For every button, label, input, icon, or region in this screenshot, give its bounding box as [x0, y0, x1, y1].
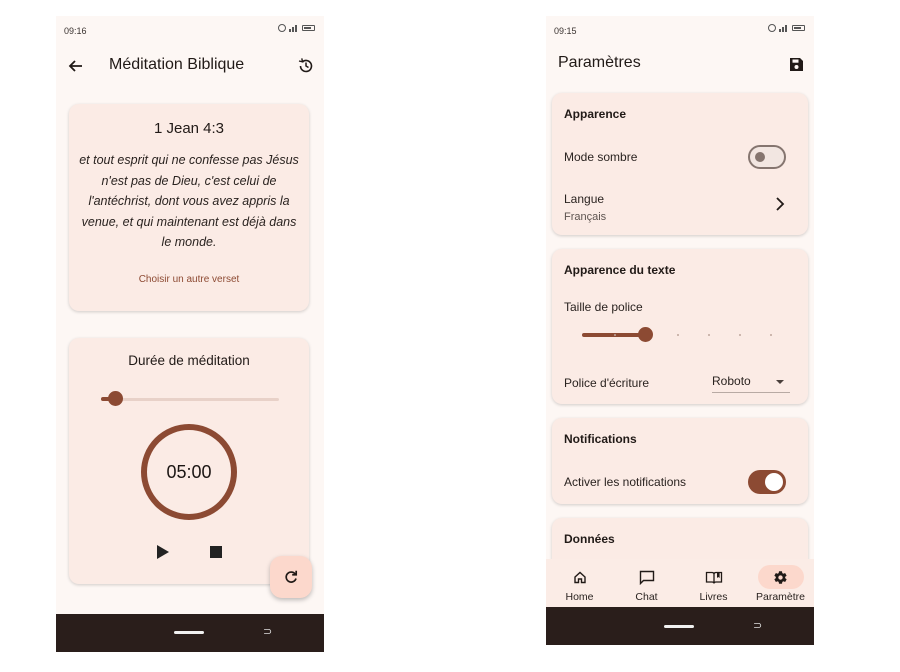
timer-ring: 05:00	[141, 424, 237, 520]
nav-label-settings: Paramètre	[755, 591, 806, 603]
verse-reference: 1 Jean 4:3	[153, 120, 225, 137]
chat-icon	[624, 565, 670, 589]
font-size-label: Taille de police	[564, 300, 643, 314]
slider-thumb[interactable]	[638, 327, 654, 342]
system-back-icon[interactable]: ⊃	[263, 625, 272, 638]
battery-icon	[792, 25, 805, 31]
slider-thumb[interactable]	[107, 391, 123, 406]
alarm-icon	[768, 24, 776, 32]
home-icon	[557, 565, 603, 589]
language-value: Français	[564, 211, 607, 223]
nav-label-books: Livres	[699, 591, 728, 603]
refresh-button[interactable]	[270, 556, 312, 598]
notifications-card: Notifications Activer les notifications	[552, 418, 808, 504]
slider-tick	[677, 334, 679, 336]
history-icon[interactable]	[294, 54, 318, 78]
notifications-toggle[interactable]	[748, 470, 786, 494]
nav-label-home: Home	[565, 591, 594, 603]
appearance-title: Apparence	[564, 107, 627, 121]
enable-notifications-label: Activer les notifications	[564, 475, 687, 489]
nav-item-chat[interactable]: Chat	[613, 559, 680, 607]
language-label: Langue	[564, 192, 605, 206]
dark-mode-label: Mode sombre	[564, 150, 638, 164]
gear-icon	[757, 565, 804, 589]
system-nav-bar: ⊃	[546, 607, 814, 645]
system-home-button[interactable]	[174, 631, 204, 634]
system-nav-bar: ⊃	[56, 614, 324, 652]
save-icon	[789, 57, 803, 71]
page-title: Méditation Biblique	[109, 56, 245, 73]
signal-icon	[779, 24, 789, 32]
nav-item-settings[interactable]: Paramètre	[747, 559, 814, 607]
chevron-right-icon	[772, 196, 788, 212]
dark-mode-toggle[interactable]	[748, 145, 786, 169]
status-bar: 09:16	[56, 16, 324, 42]
book-icon	[691, 565, 737, 589]
choose-verse-link[interactable]: Choisir un autre verset	[69, 274, 309, 285]
settings-screen: 09:15 Paramètres Apparence Mode sombre L…	[546, 16, 814, 645]
dropdown-arrow-icon	[776, 380, 784, 384]
back-arrow-icon[interactable]	[64, 54, 88, 78]
refresh-icon	[285, 570, 298, 583]
system-home-button[interactable]	[664, 625, 694, 628]
play-button[interactable]	[153, 542, 173, 562]
font-dropdown[interactable]: Roboto	[712, 371, 790, 393]
slider-tick	[739, 334, 741, 336]
timer-display: 05:00	[166, 461, 212, 482]
slider-track	[101, 398, 279, 401]
play-icon	[157, 545, 169, 559]
nav-label-chat: Chat	[635, 591, 658, 603]
battery-icon	[302, 25, 315, 31]
verse-card: 1 Jean 4:3 et tout esprit qui ne confess…	[69, 104, 309, 311]
nav-item-home[interactable]: Home	[546, 559, 613, 607]
system-back-icon[interactable]: ⊃	[753, 619, 762, 632]
toggle-knob	[755, 152, 765, 162]
slider-tick	[614, 334, 616, 336]
text-appearance-card: Apparence du texte Taille de police Poli…	[552, 249, 808, 404]
font-dropdown-value: Roboto	[712, 374, 751, 388]
text-appearance-title: Apparence du texte	[564, 263, 676, 277]
status-bar: 09:15	[546, 16, 814, 42]
signal-icon	[289, 24, 299, 32]
status-time: 09:16	[64, 26, 87, 36]
alarm-icon	[278, 24, 286, 32]
data-title: Données	[564, 532, 615, 546]
meditation-card: Durée de méditation 05:00	[69, 338, 309, 584]
toggle-knob	[765, 473, 783, 491]
font-label: Police d'écriture	[564, 376, 649, 390]
stop-icon	[210, 546, 222, 558]
slider-tick	[708, 334, 710, 336]
verse-text: et tout esprit qui ne confesse pas Jésus…	[79, 153, 299, 249]
status-time: 09:15	[554, 26, 577, 36]
stop-button[interactable]	[206, 542, 226, 562]
notifications-title: Notifications	[564, 432, 637, 446]
nav-item-books[interactable]: Livres	[680, 559, 747, 607]
slider-tick	[770, 334, 772, 336]
appearance-card: Apparence Mode sombre Langue Français	[552, 93, 808, 235]
page-title: Paramètres	[558, 54, 641, 71]
meditation-screen: 09:16 Méditation Biblique 1 Jean 4:3 et …	[56, 16, 324, 652]
duration-title: Durée de méditation	[128, 353, 250, 368]
bottom-navigation: Home Chat Livres Paramètre	[546, 559, 814, 607]
save-button[interactable]	[784, 52, 808, 76]
